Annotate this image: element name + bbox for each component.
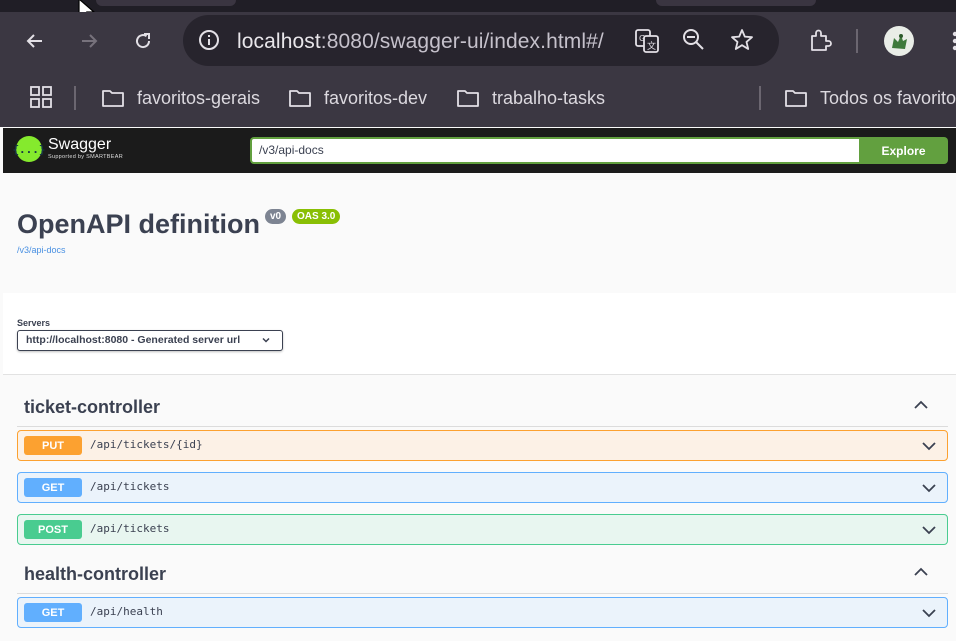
operation-path: /api/health [90,605,163,618]
apps-grid-icon[interactable] [30,86,52,113]
tag-header-ticket-controller[interactable]: ticket-controller [17,391,948,427]
bookmarks-divider [74,86,76,110]
chevron-down-icon[interactable] [920,521,938,539]
bookmark-folder-all[interactable]: Todos os favorito [784,84,956,112]
operation-put-tickets-id[interactable]: PUT /api/tickets/{id} [17,430,948,461]
method-badge: POST [24,520,82,539]
svg-text:G: G [639,34,645,43]
bookmark-folder-trabalho-tasks[interactable]: trabalho-tasks [456,84,605,112]
servers-selected-value: http://localhost:8080 - Generated server… [26,334,241,346]
translate-icon[interactable]: 文G [633,27,661,60]
url-host: localhost [237,30,321,53]
info-section: OpenAPI definition v0 OAS 3.0 /v3/api-do… [3,173,956,293]
address-bar[interactable]: localhost:8080/swagger-ui/index.html#/ 文… [183,15,779,66]
folder-icon [289,90,311,107]
operation-path: /api/tickets [90,522,170,535]
chevron-up-icon[interactable] [912,564,930,582]
folder-icon [102,90,124,107]
bookmark-label: trabalho-tasks [492,87,606,108]
operation-path: /api/tickets/{id} [90,438,203,451]
bookmark-folder-favoritos-dev[interactable]: favoritos-dev [288,84,427,112]
explore-button[interactable]: Explore [859,137,948,164]
profile-avatar[interactable] [884,26,914,56]
svg-text:文: 文 [647,40,656,52]
folder-icon [457,90,479,107]
swagger-topbar: {...} Swagger Supported by SMARTBEAR /v3… [3,128,956,173]
bookmark-folder-favoritos-gerais[interactable]: favoritos-gerais [101,84,260,112]
site-info-icon[interactable] [195,26,223,54]
chevron-down-icon[interactable] [920,604,938,622]
servers-select[interactable]: http://localhost:8080 - Generated server… [17,330,283,351]
oas-badge: OAS 3.0 [292,209,341,224]
url-text[interactable]: localhost:8080/swagger-ui/index.html#/ [237,30,604,54]
chevron-down-icon [262,337,270,343]
operation-get-tickets[interactable]: GET /api/tickets [17,472,948,503]
folder-icon [785,90,807,107]
toolbar-divider [856,29,858,53]
tag-header-health-controller[interactable]: health-controller [17,558,948,594]
servers-label: Servers [17,318,51,328]
swagger-logo[interactable]: {...} Swagger Supported by SMARTBEAR [12,136,123,162]
tab-strip [0,0,956,23]
method-badge: GET [24,478,82,497]
bookmark-label: favoritos-dev [324,87,428,108]
bookmark-label: Todos os favorito [820,87,956,108]
menu-icon[interactable] [940,26,956,56]
forward-icon[interactable] [74,26,104,56]
method-badge: GET [24,603,82,622]
bookmarks-divider [759,86,761,110]
version-badge: v0 [265,209,287,224]
extensions-icon[interactable] [805,26,835,56]
spec-link[interactable]: /v3/api-docs [17,245,66,255]
browser-toolbar: localhost:8080/swagger-ui/index.html#/ 文… [0,12,956,70]
reload-icon[interactable] [128,26,158,56]
zoom-icon[interactable] [681,27,707,58]
operation-get-health[interactable]: GET /api/health [17,597,948,628]
swagger-logo-subtitle: Supported by SMARTBEAR [48,154,123,160]
chevron-down-icon[interactable] [920,437,938,455]
star-icon[interactable] [729,27,755,58]
browser-tab[interactable] [96,0,236,6]
swagger-logo-icon: {...} [12,136,46,162]
chevron-up-icon[interactable] [912,397,930,415]
spec-url-input[interactable]: /v3/api-docs [250,137,859,164]
bookmark-label: favoritos-gerais [137,87,261,108]
url-path: :8080/swagger-ui/index.html#/ [320,30,604,53]
servers-section: Servers http://localhost:8080 - Generate… [3,293,956,375]
page-title: OpenAPI definition [17,209,260,239]
back-icon[interactable] [20,26,50,56]
swagger-logo-text: Swagger [48,136,112,153]
chevron-down-icon[interactable] [920,479,938,497]
operation-path: /api/tickets [90,480,170,493]
operation-post-tickets[interactable]: POST /api/tickets [17,514,948,545]
method-badge: PUT [24,436,82,455]
tag-name: ticket-controller [24,397,161,417]
tag-name: health-controller [24,564,167,584]
browser-tab[interactable] [656,0,816,6]
bookmarks-bar: favoritos-gerais favoritos-dev trabalho-… [0,70,956,127]
